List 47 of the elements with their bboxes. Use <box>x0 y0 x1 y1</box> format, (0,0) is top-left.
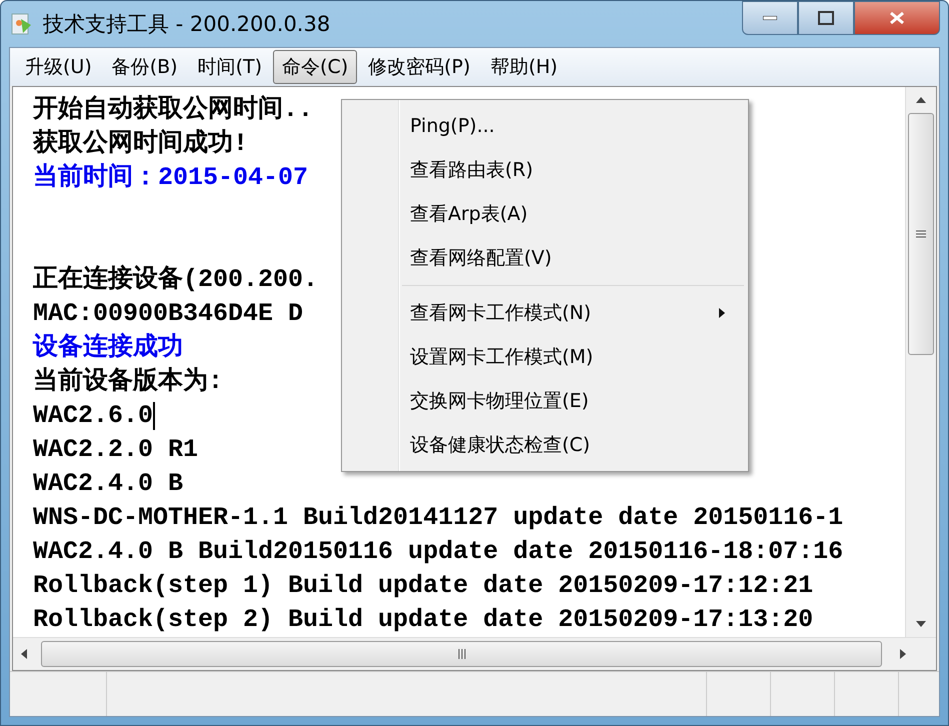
menu-item[interactable]: 帮助(H) <box>481 50 567 84</box>
log-line: WAC2.6.0 <box>33 400 154 432</box>
menu-item[interactable]: 命令(C) <box>273 50 358 84</box>
maximize-icon <box>818 11 834 25</box>
log-line: MAC:00900B346D4E D <box>33 298 304 330</box>
menu-item[interactable]: 备份(B) <box>102 50 187 84</box>
close-button[interactable] <box>854 1 940 35</box>
menu-item[interactable]: 设备健康状态检查(C) <box>344 423 746 467</box>
log-line: WAC2.4.0 B <box>33 468 184 500</box>
grip-icon <box>916 230 926 238</box>
menu-item[interactable]: 查看网卡工作模式(N) <box>344 291 746 335</box>
menu-item[interactable]: 设置网卡工作模式(M) <box>344 335 746 379</box>
log-line: 当前时间：2015-04-07 <box>33 162 308 194</box>
menu-item[interactable]: 查看网络配置(V) <box>344 236 746 280</box>
log-line: 开始自动获取公网时间.. <box>33 94 314 126</box>
log-line: WAC2.4.0 B Build20150116 update date 20150116-18:07:16 <box>33 536 844 568</box>
log-line: Rollback(step 1) Build update date 20150209-17:12:21 <box>33 570 814 602</box>
close-icon <box>888 11 906 25</box>
scroll-right-icon[interactable] <box>900 649 906 659</box>
menu-item[interactable]: 时间(T) <box>188 50 272 84</box>
horizontal-scrollbar[interactable] <box>13 637 936 670</box>
log-line: 获取公网时间成功! <box>33 128 248 160</box>
menu-item[interactable]: 查看Arp表(A) <box>344 192 746 236</box>
log-line: 当前设备版本为: <box>33 366 224 398</box>
menu-item[interactable]: 查看路由表(R) <box>344 148 746 192</box>
scroll-down-icon[interactable] <box>916 621 926 627</box>
log-line: 正在连接设备(200.200. <box>33 264 318 296</box>
vertical-scrollbar[interactable] <box>905 87 936 637</box>
scroll-thumb[interactable] <box>908 113 934 355</box>
log-line: 设备连接成功 <box>33 332 183 364</box>
log-line: WAC2.2.0 R1 <box>33 434 198 466</box>
text-cursor <box>153 402 156 430</box>
menu-item[interactable]: 升级(U) <box>16 50 101 84</box>
scroll-left-icon[interactable] <box>21 649 27 659</box>
submenu-arrow-icon <box>718 307 726 319</box>
menu-item[interactable]: 交换网卡物理位置(E) <box>344 379 746 423</box>
window-title: 技术支持工具 - 200.200.0.38 <box>43 11 330 38</box>
scroll-thumb[interactable] <box>41 641 882 667</box>
log-line: Rollback(step 2) Build update date 20150209-17:13:20 <box>33 604 814 636</box>
maximize-button[interactable] <box>798 1 854 35</box>
minimize-icon <box>763 16 777 20</box>
grip-icon <box>458 649 466 659</box>
minimize-button[interactable] <box>742 1 798 35</box>
menu-item[interactable]: Ping(P)... <box>344 104 746 148</box>
log-line: WNS-DC-MOTHER-1.1 Build20141127 update date 20150116-1 <box>33 502 844 534</box>
scroll-up-icon[interactable] <box>916 97 926 103</box>
menu-item[interactable]: 修改密码(P) <box>359 50 480 84</box>
